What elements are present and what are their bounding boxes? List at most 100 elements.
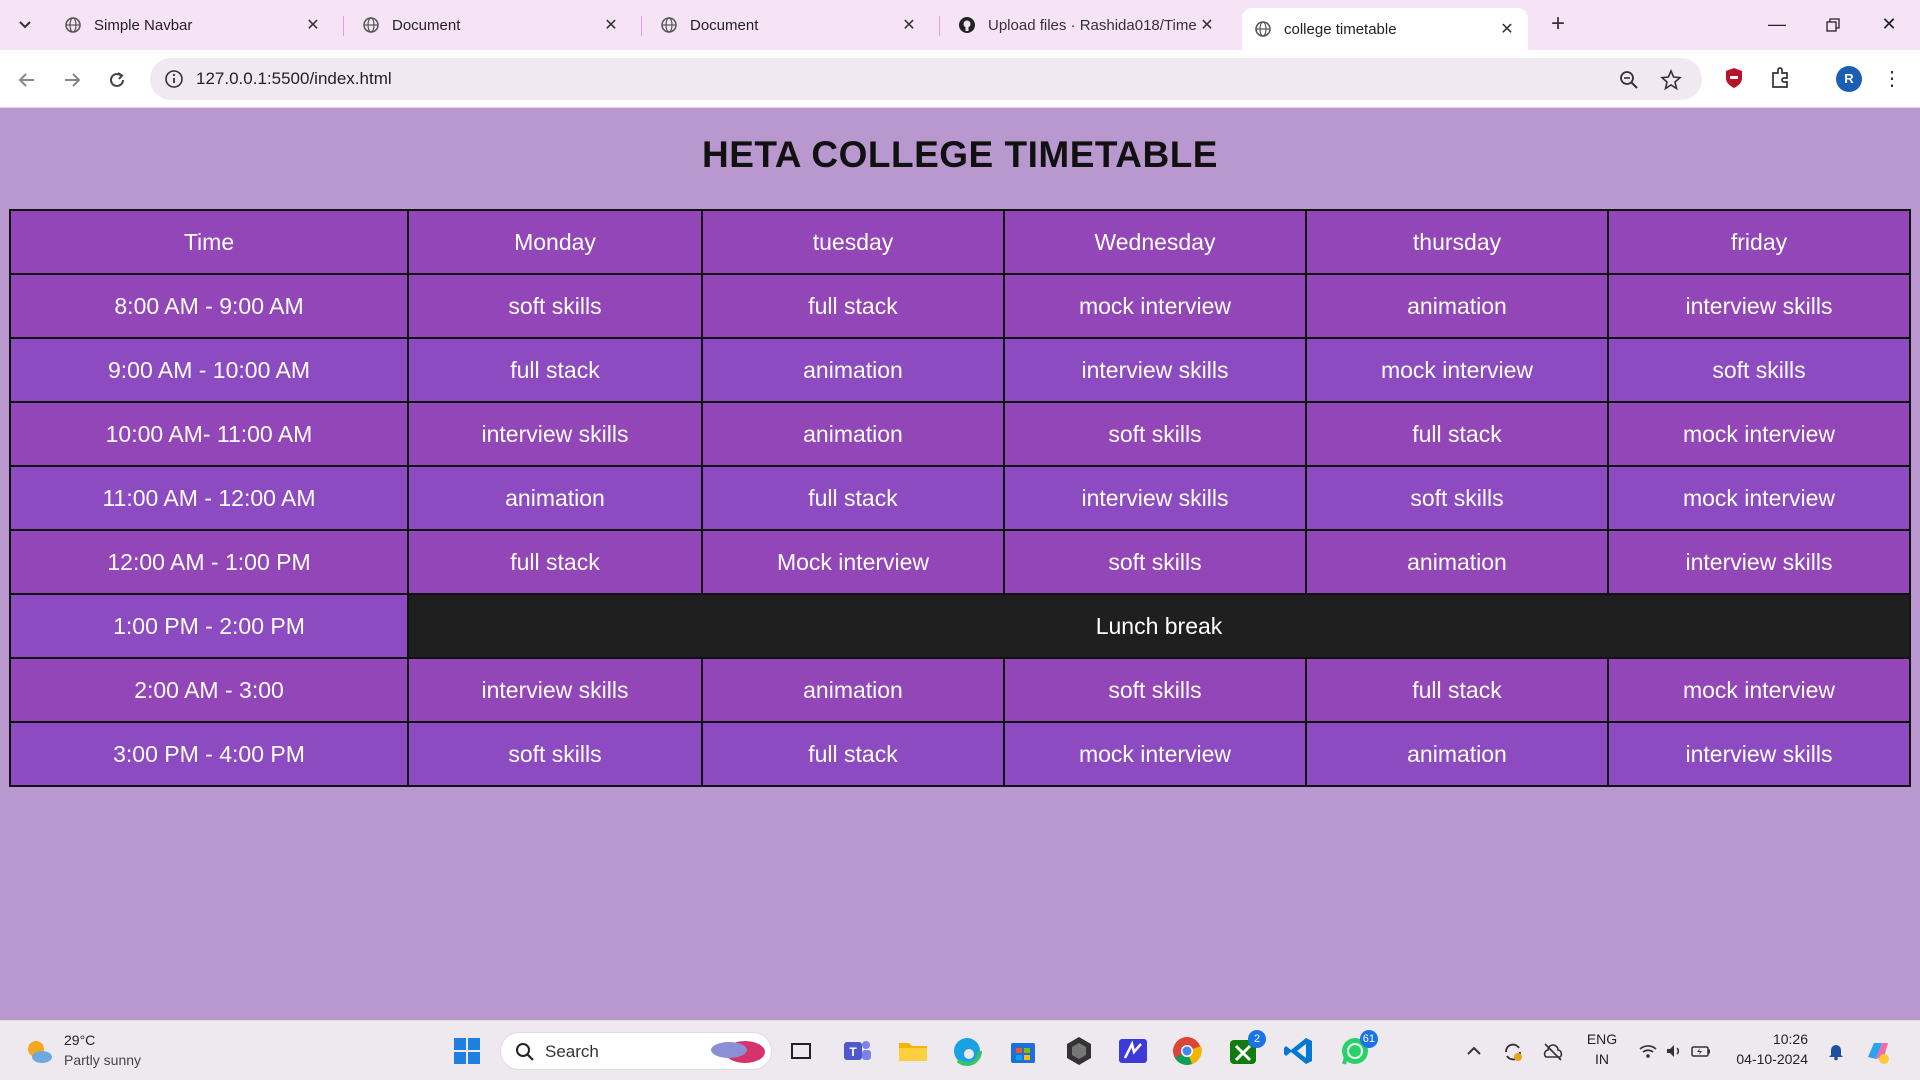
tab-separator bbox=[343, 16, 344, 36]
table-row: 8:00 AM - 9:00 AM soft skills full stack… bbox=[9, 273, 1911, 339]
kebab-menu-icon[interactable]: ⋮ bbox=[1882, 64, 1902, 94]
globe-icon bbox=[64, 16, 82, 34]
back-arrow-icon[interactable] bbox=[12, 64, 42, 94]
time-cell: 2:00 AM - 3:00 bbox=[9, 657, 409, 723]
svg-text:T: T bbox=[849, 1045, 857, 1059]
table-row-lunch: 1:00 PM - 2:00 PM Lunch break bbox=[9, 593, 1911, 659]
weather-partly-sunny-icon[interactable] bbox=[24, 1037, 54, 1067]
clock-date[interactable]: 04-10-2024 bbox=[1720, 1051, 1808, 1067]
bookmark-star-icon[interactable] bbox=[1660, 68, 1682, 91]
close-icon[interactable]: ✕ bbox=[602, 15, 620, 35]
header-thursday: thursday bbox=[1305, 209, 1609, 275]
tab-search-chevron-icon[interactable] bbox=[10, 11, 40, 39]
slot-cell: Mock interview bbox=[701, 529, 1005, 595]
onedrive-offline-icon[interactable] bbox=[1542, 1041, 1563, 1061]
slot-cell: soft skills bbox=[407, 721, 703, 787]
tab-title: Simple Navbar bbox=[94, 16, 193, 34]
windows-start-icon[interactable] bbox=[450, 1034, 484, 1068]
tab-separator bbox=[939, 16, 940, 36]
weather-temperature[interactable]: 29°C bbox=[64, 1032, 95, 1048]
volume-icon[interactable] bbox=[1664, 1041, 1684, 1061]
slot-cell: full stack bbox=[1305, 657, 1609, 723]
unity-hub-icon[interactable] bbox=[1062, 1034, 1096, 1068]
slot-cell: animation bbox=[1305, 529, 1609, 595]
edge-icon[interactable] bbox=[950, 1034, 984, 1068]
whatsapp-icon[interactable]: 61 bbox=[1338, 1030, 1378, 1068]
window-close-icon[interactable]: ✕ bbox=[1866, 8, 1912, 40]
teams-icon[interactable]: T bbox=[840, 1034, 874, 1068]
notification-bell-icon[interactable] bbox=[1826, 1041, 1846, 1061]
pen-app-icon[interactable] bbox=[1116, 1034, 1150, 1068]
language-code[interactable]: ENG bbox=[1584, 1031, 1620, 1047]
task-view-icon[interactable] bbox=[784, 1034, 818, 1068]
clock-time[interactable]: 10:26 bbox=[1726, 1031, 1808, 1047]
reload-icon[interactable] bbox=[102, 64, 132, 94]
time-cell: 3:00 PM - 4:00 PM bbox=[9, 721, 409, 787]
slot-cell: full stack bbox=[407, 337, 703, 403]
weather-description[interactable]: Partly sunny bbox=[64, 1052, 141, 1068]
shield-extension-icon[interactable] bbox=[1722, 66, 1748, 92]
zoom-icon[interactable] bbox=[1618, 69, 1640, 91]
slot-cell: animation bbox=[701, 401, 1005, 467]
close-icon[interactable]: ✕ bbox=[304, 15, 322, 35]
site-info-icon[interactable] bbox=[164, 69, 184, 89]
chevron-up-icon[interactable] bbox=[1464, 1041, 1484, 1061]
slot-cell: mock interview bbox=[1305, 337, 1609, 403]
battery-icon[interactable] bbox=[1690, 1041, 1710, 1061]
slot-cell: full stack bbox=[701, 721, 1005, 787]
forward-arrow-icon[interactable] bbox=[57, 64, 87, 94]
tab-simple-navbar[interactable]: Simple Navbar ✕ bbox=[52, 8, 334, 42]
slot-cell: interview skills bbox=[407, 401, 703, 467]
slot-cell: mock interview bbox=[1003, 273, 1307, 339]
close-icon[interactable]: ✕ bbox=[900, 15, 918, 35]
taskbar-search-box[interactable]: Search bbox=[500, 1032, 772, 1070]
tab-upload-files[interactable]: Upload files · Rashida018/Time ✕ bbox=[946, 8, 1228, 42]
tab-college-timetable[interactable]: college timetable ✕ bbox=[1242, 8, 1528, 50]
address-bar[interactable]: 127.0.0.1:5500/index.html bbox=[150, 58, 1702, 100]
close-icon[interactable]: ✕ bbox=[1198, 15, 1216, 35]
wifi-icon[interactable] bbox=[1638, 1041, 1658, 1061]
slot-cell: animation bbox=[407, 465, 703, 531]
new-tab-plus-icon[interactable]: + bbox=[1544, 11, 1572, 39]
slot-cell: interview skills bbox=[1607, 273, 1911, 339]
url-text[interactable]: 127.0.0.1:5500/index.html bbox=[196, 69, 392, 89]
slot-cell: mock interview bbox=[1607, 465, 1911, 531]
tab-document-1[interactable]: Document ✕ bbox=[350, 8, 632, 42]
tab-document-2[interactable]: Document ✕ bbox=[648, 8, 930, 42]
slot-cell: mock interview bbox=[1607, 401, 1911, 467]
slot-cell: soft skills bbox=[1003, 529, 1307, 595]
xbox-app-icon[interactable]: 2 bbox=[1226, 1030, 1266, 1068]
header-friday: friday bbox=[1607, 209, 1911, 275]
slot-cell: soft skills bbox=[407, 273, 703, 339]
table-row: 2:00 AM - 3:00 interview skills animatio… bbox=[9, 657, 1911, 723]
time-cell: 8:00 AM - 9:00 AM bbox=[9, 273, 409, 339]
copilot-icon[interactable] bbox=[1864, 1037, 1892, 1065]
time-cell: 10:00 AM- 11:00 AM bbox=[9, 401, 409, 467]
close-icon[interactable]: ✕ bbox=[1498, 19, 1516, 39]
tab-title: Document bbox=[690, 16, 759, 34]
file-explorer-icon[interactable] bbox=[896, 1034, 930, 1068]
lunch-break-cell: Lunch break bbox=[407, 593, 1911, 659]
slot-cell: full stack bbox=[701, 273, 1005, 339]
slot-cell: animation bbox=[1305, 721, 1609, 787]
github-icon bbox=[958, 16, 976, 34]
restore-icon[interactable] bbox=[1810, 8, 1856, 40]
table-row: 9:00 AM - 10:00 AM full stack animation … bbox=[9, 337, 1911, 403]
vscode-icon[interactable] bbox=[1282, 1034, 1316, 1068]
extensions-puzzle-icon[interactable] bbox=[1768, 66, 1794, 92]
chrome-icon[interactable] bbox=[1170, 1034, 1204, 1068]
table-row: 10:00 AM- 11:00 AM interview skills anim… bbox=[9, 401, 1911, 467]
browser-toolbar: 127.0.0.1:5500/index.html R ⋮ bbox=[0, 50, 1920, 108]
microsoft-store-icon[interactable] bbox=[1006, 1034, 1040, 1068]
minimize-icon[interactable]: — bbox=[1754, 8, 1800, 40]
slot-cell: full stack bbox=[1305, 401, 1609, 467]
profile-avatar[interactable]: R bbox=[1836, 66, 1862, 92]
header-wednesday: Wednesday bbox=[1003, 209, 1307, 275]
globe-icon bbox=[660, 16, 678, 34]
search-highlight-icon bbox=[707, 1038, 767, 1071]
slot-cell: full stack bbox=[407, 529, 703, 595]
language-region[interactable]: IN bbox=[1584, 1051, 1620, 1067]
sync-icon[interactable] bbox=[1502, 1041, 1522, 1061]
notification-badge: 61 bbox=[1359, 1030, 1378, 1048]
header-time: Time bbox=[9, 209, 409, 275]
